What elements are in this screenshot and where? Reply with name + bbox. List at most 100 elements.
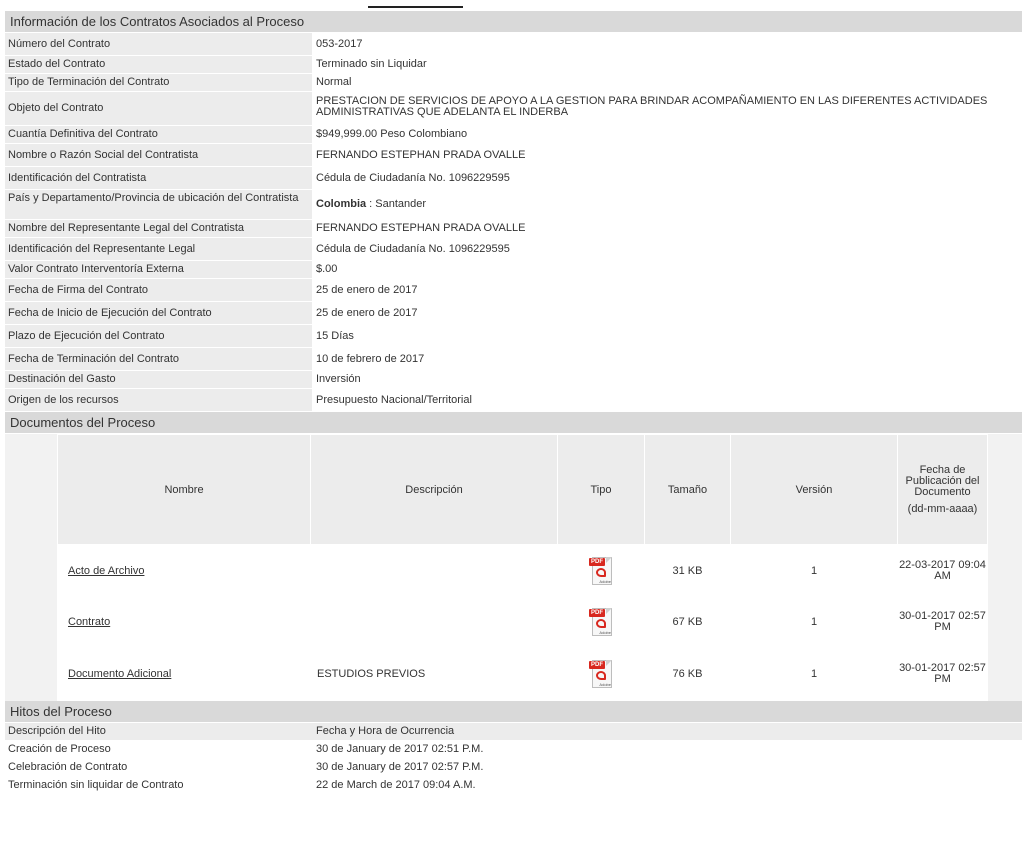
pdf-icon[interactable]: PDF Adobe — [589, 555, 613, 587]
field-value: FERNANDO ESTEPHAN PRADA OVALLE — [312, 144, 1022, 166]
end-date-row: Fecha de Terminación del Contrato 10 de … — [5, 348, 1022, 371]
field-label: País y Departamento/Provincia de ubicaci… — [5, 190, 312, 219]
milestone-description: Creación de Proceso — [5, 741, 312, 758]
country-value: Colombia — [316, 198, 367, 210]
field-label: Tipo de Terminación del Contrato — [5, 74, 312, 91]
field-value: 25 de enero de 2017 — [312, 302, 1022, 324]
document-link[interactable]: Contrato — [68, 616, 110, 628]
oversight-value-row: Valor Contrato Interventoría Externa $.0… — [5, 261, 1022, 279]
milestone-row: Terminación sin liquidar de Contrato 22 … — [5, 777, 1022, 795]
legal-rep-id-row: Identificación del Representante Legal C… — [5, 238, 1022, 261]
documents-table: Nombre Descripción Tipo Tamaño Versión F… — [57, 434, 988, 701]
field-label: Identificación del Contratista — [5, 167, 312, 189]
document-link[interactable]: Acto de Archivo — [68, 565, 144, 577]
final-amount-row: Cuantía Definitiva del Contrato $949,999… — [5, 126, 1022, 144]
documents-panel: Nombre Descripción Tipo Tamaño Versión F… — [5, 434, 1022, 701]
document-version: 1 — [730, 544, 898, 597]
contracts-section-header: Información de los Contratos Asociados a… — [5, 11, 1022, 33]
milestone-datetime: 30 de January de 2017 02:57 P.M. — [312, 759, 1022, 776]
document-size: 31 KB — [644, 544, 731, 597]
document-date: 22-03-2017 09:04 AM — [897, 544, 988, 597]
field-value: Cédula de Ciudadanía No. 1096229595 — [312, 238, 1022, 260]
date-format-hint: (dd-mm-aaaa) — [907, 502, 978, 515]
milestone-datetime: 22 de March de 2017 09:04 A.M. — [312, 777, 1022, 794]
field-value: $949,999.00 Peso Colombiano — [312, 126, 1022, 143]
column-header-description: Descripción — [310, 434, 558, 545]
column-header-type: Tipo — [557, 434, 645, 545]
termination-type-row: Tipo de Terminación del Contrato Normal — [5, 74, 1022, 92]
document-type-cell: PDF Adobe — [557, 544, 645, 597]
field-label: Destinación del Gasto — [5, 371, 312, 388]
published-date-label: Fecha de Publicación del Documento — [905, 463, 980, 498]
document-version: 1 — [730, 596, 898, 647]
field-label: Fecha de Terminación del Contrato — [5, 348, 312, 370]
document-size: 76 KB — [644, 646, 731, 701]
pdf-icon[interactable]: PDF Adobe — [589, 606, 613, 638]
field-value: PRESTACION DE SERVICIOS DE APOYO A LA GE… — [312, 92, 1022, 125]
field-label: Fecha de Firma del Contrato — [5, 279, 312, 301]
table-row: Acto de Archivo PDF Adobe 31 KB 1 22-03-2… — [57, 544, 988, 597]
field-value: 25 de enero de 2017 — [312, 279, 1022, 301]
field-label: Número del Contrato — [5, 33, 312, 55]
milestones-section-header: Hitos del Proceso — [5, 701, 1022, 723]
field-value: Normal — [312, 74, 1022, 91]
document-version: 1 — [730, 646, 898, 701]
pdf-icon[interactable]: PDF Adobe — [589, 658, 613, 690]
field-label: Valor Contrato Interventoría Externa — [5, 261, 312, 278]
contract-status-row: Estado del Contrato Terminado sin Liquid… — [5, 56, 1022, 74]
document-type-cell: PDF Adobe — [557, 646, 645, 701]
field-value: Presupuesto Nacional/Territorial — [312, 389, 1022, 411]
document-name-cell: Acto de Archivo — [57, 544, 311, 597]
field-label: Nombre del Representante Legal del Contr… — [5, 220, 312, 237]
field-value: $.00 — [312, 261, 1022, 278]
field-value: 053-2017 — [312, 33, 1022, 55]
process-details: Información de los Contratos Asociados a… — [5, 11, 1022, 795]
region-value: : Santander — [366, 198, 427, 210]
document-description — [310, 596, 558, 647]
milestone-row: Celebración de Contrato 30 de January de… — [5, 759, 1022, 777]
legal-rep-name-row: Nombre del Representante Legal del Contr… — [5, 220, 1022, 238]
documents-section-header: Documentos del Proceso — [5, 412, 1022, 434]
column-header-name: Nombre — [57, 434, 311, 545]
field-label: Fecha de Inicio de Ejecución del Contrat… — [5, 302, 312, 324]
table-row: Contrato PDF Adobe 67 KB 1 30-01-2017 02:… — [57, 596, 988, 647]
milestone-description: Terminación sin liquidar de Contrato — [5, 777, 312, 794]
term-row: Plazo de Ejecución del Contrato 15 Días — [5, 325, 1022, 348]
document-date: 30-01-2017 02:57 PM — [897, 646, 988, 701]
document-type-cell: PDF Adobe — [557, 596, 645, 647]
start-date-row: Fecha de Inicio de Ejecución del Contrat… — [5, 302, 1022, 325]
field-value: Terminado sin Liquidar — [312, 56, 1022, 73]
field-value: 15 Días — [312, 325, 1022, 347]
top-divider — [368, 6, 463, 8]
field-label: Estado del Contrato — [5, 56, 312, 73]
document-description: ESTUDIOS PREVIOS — [310, 646, 558, 701]
milestone-row: Creación de Proceso 30 de January de 201… — [5, 741, 1022, 759]
milestone-description: Celebración de Contrato — [5, 759, 312, 776]
signing-date-row: Fecha de Firma del Contrato 25 de enero … — [5, 279, 1022, 302]
field-value: 10 de febrero de 2017 — [312, 348, 1022, 370]
contract-object-row: Objeto del Contrato PRESTACION DE SERVIC… — [5, 92, 1022, 126]
field-label: Origen de los recursos — [5, 389, 312, 411]
column-header-description: Descripción del Hito — [5, 723, 312, 740]
column-header-datetime: Fecha y Hora de Ocurrencia — [312, 723, 1022, 740]
field-label: Cuantía Definitiva del Contrato — [5, 126, 312, 143]
milestone-datetime: 30 de January de 2017 02:51 P.M. — [312, 741, 1022, 758]
field-label: Nombre o Razón Social del Contratista — [5, 144, 312, 166]
contractor-id-row: Identificación del Contratista Cédula de… — [5, 167, 1022, 190]
funding-origin-row: Origen de los recursos Presupuesto Nacio… — [5, 389, 1022, 412]
column-header-published-date: Fecha de Publicación del Documento (dd-m… — [897, 434, 988, 545]
contract-number-row: Número del Contrato 053-2017 — [5, 33, 1022, 56]
column-header-version: Versión — [730, 434, 898, 545]
table-row: Documento Adicional ESTUDIOS PREVIOS PDF… — [57, 646, 988, 701]
document-name-cell: Documento Adicional — [57, 646, 311, 701]
document-date: 30-01-2017 02:57 PM — [897, 596, 988, 647]
field-value: Cédula de Ciudadanía No. 1096229595 — [312, 167, 1022, 189]
field-value: FERNANDO ESTEPHAN PRADA OVALLE — [312, 220, 1022, 237]
field-value: Inversión — [312, 371, 1022, 388]
contractor-name-row: Nombre o Razón Social del Contratista FE… — [5, 144, 1022, 167]
field-label: Plazo de Ejecución del Contrato — [5, 325, 312, 347]
column-header-size: Tamaño — [644, 434, 731, 545]
document-link[interactable]: Documento Adicional — [68, 668, 171, 680]
field-value: Colombia : Santander — [312, 190, 1022, 219]
document-name-cell: Contrato — [57, 596, 311, 647]
